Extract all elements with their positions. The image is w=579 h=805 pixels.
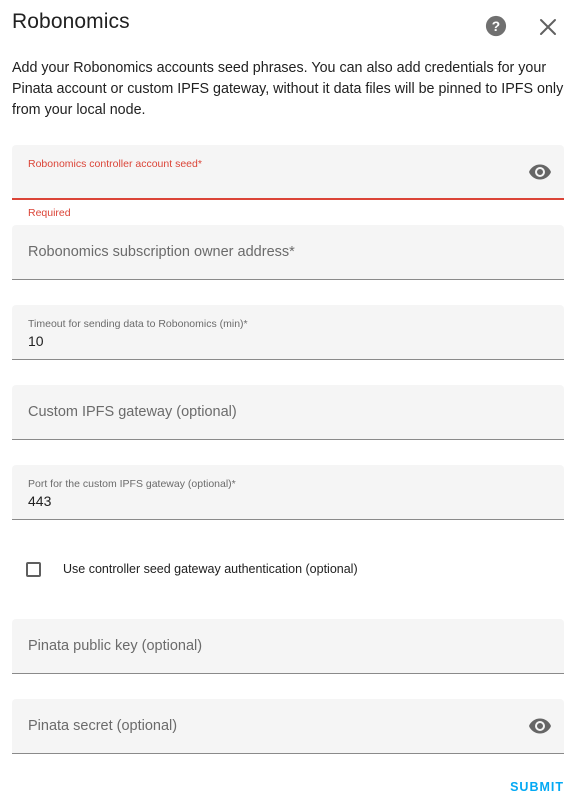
gateway-auth-checkbox-label: Use controller seed gateway authenticati… [63,562,358,576]
svg-text:?: ? [492,19,500,34]
controller-seed-field[interactable]: Robonomics controller account seed* [12,145,564,200]
dialog-description: Add your Robonomics accounts seed phrase… [12,60,564,118]
pinata-secret-field[interactable]: Pinata secret (optional) [12,699,564,754]
robonomics-config-dialog: Robonomics ? Add your Robonomics account… [0,0,579,805]
ipfs-port-field[interactable]: Port for the custom IPFS gateway (option… [12,465,564,520]
ipfs-port-value: 443 [28,493,52,509]
eye-icon[interactable] [528,714,552,738]
timeout-label: Timeout for sending data to Robonomics (… [28,318,248,330]
gateway-auth-checkbox-row[interactable]: Use controller seed gateway authenticati… [26,558,358,580]
ipfs-gateway-label: Custom IPFS gateway (optional) [28,404,237,420]
controller-seed-label: Robonomics controller account seed* [28,158,202,170]
owner-address-label: Robonomics subscription owner address* [28,244,295,260]
ipfs-gateway-field[interactable]: Custom IPFS gateway (optional) [12,385,564,440]
pinata-secret-label: Pinata secret (optional) [28,718,178,734]
dialog-title: Robonomics [12,10,130,33]
submit-button[interactable]: SUBMIT [510,780,564,794]
close-icon[interactable] [536,15,560,39]
pinata-public-key-field[interactable]: Pinata public key (optional) [12,619,564,674]
help-icon[interactable]: ? [485,15,507,37]
controller-seed-error: Required [28,207,71,219]
timeout-value: 10 [28,333,44,349]
pinata-public-key-label: Pinata public key (optional) [28,638,203,654]
timeout-field[interactable]: Timeout for sending data to Robonomics (… [12,305,564,360]
eye-icon[interactable] [528,160,552,184]
ipfs-port-label: Port for the custom IPFS gateway (option… [28,478,236,490]
gateway-auth-checkbox[interactable] [26,561,41,577]
owner-address-field[interactable]: Robonomics subscription owner address* [12,225,564,280]
